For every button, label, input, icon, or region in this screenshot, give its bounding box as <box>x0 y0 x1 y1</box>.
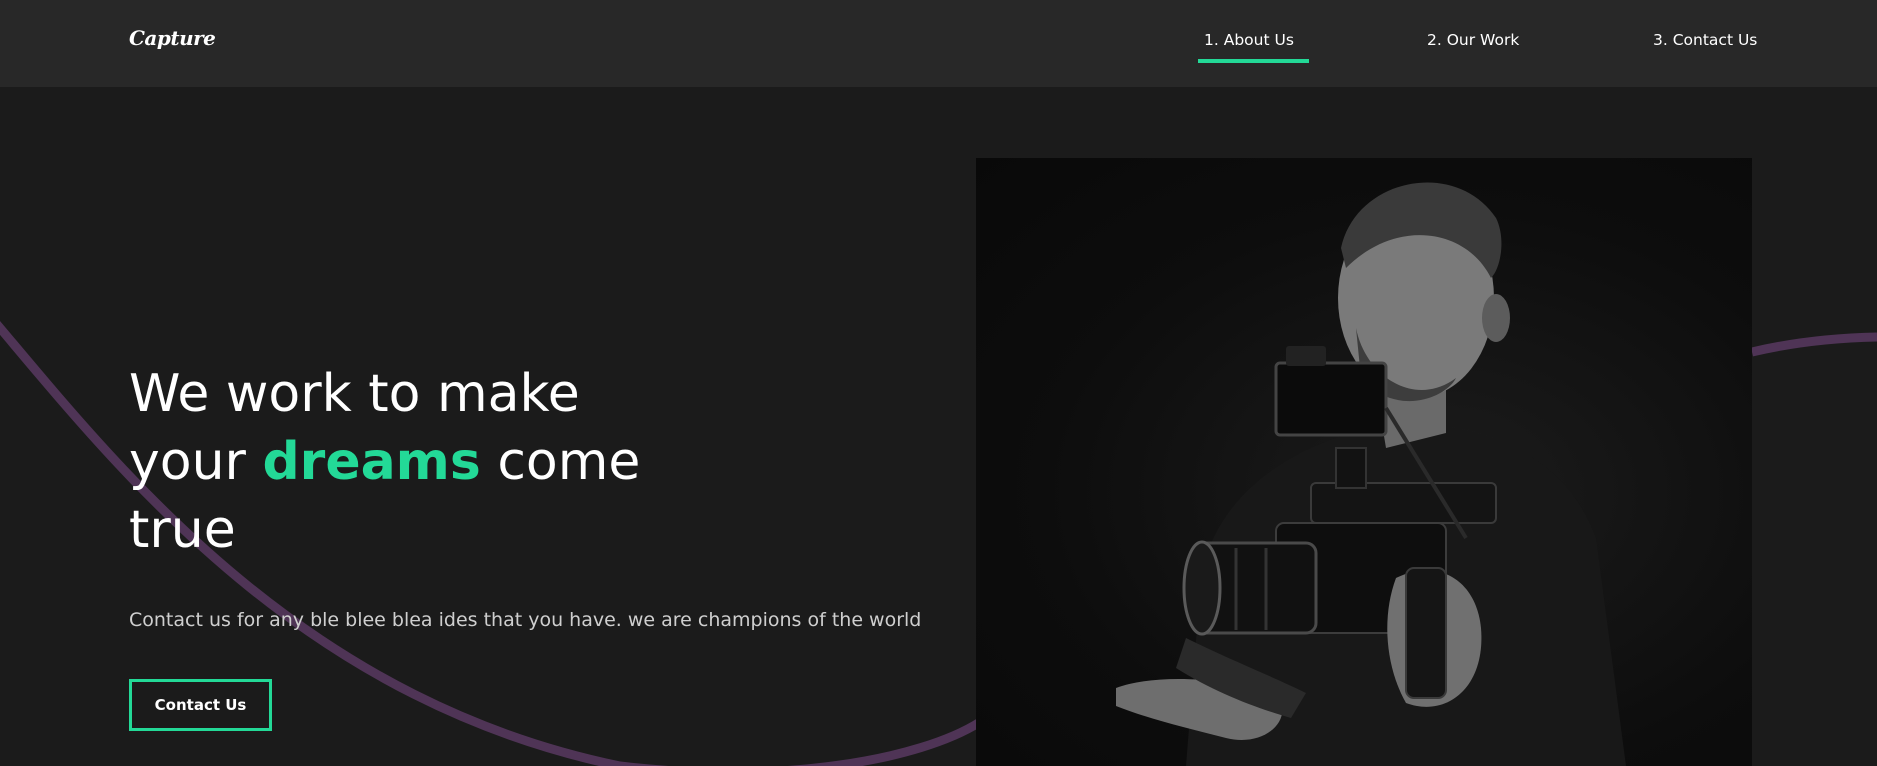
nav-active-indicator <box>1198 59 1309 63</box>
headline-line-1: We work to make <box>129 364 580 424</box>
site-header: Capture 1. About Us 2. Our Work 3. Conta… <box>0 0 1877 87</box>
headline-line-2-pre: your <box>129 432 263 492</box>
contact-us-button[interactable]: Contact Us <box>129 679 272 731</box>
page: Capture 1. About Us 2. Our Work 3. Conta… <box>0 0 1877 766</box>
hero-headline: We work to make your dreams come true <box>129 360 640 564</box>
headline-line-2-post: come <box>480 432 641 492</box>
logo[interactable]: Capture <box>129 26 216 50</box>
hero-description: Contact us for any ble blee blea ides th… <box>129 609 922 631</box>
camera-operator-photo <box>976 158 1752 766</box>
headline-accent: dreams <box>262 432 481 492</box>
nav-about-us[interactable]: 1. About Us <box>1204 31 1294 49</box>
camera-operator-illustration <box>1116 182 1626 766</box>
nav-contact-us[interactable]: 3. Contact Us <box>1653 31 1757 49</box>
headline-line-3: true <box>129 500 236 560</box>
nav-our-work[interactable]: 2. Our Work <box>1427 31 1519 49</box>
